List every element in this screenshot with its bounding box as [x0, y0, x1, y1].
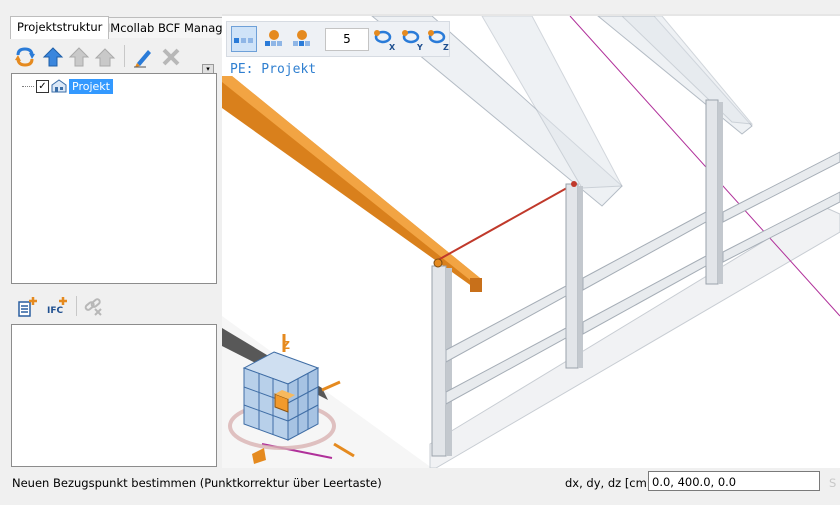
panel-tabs: Projektstruktur BIMcollab BCF Manager	[10, 16, 242, 39]
viewport-toolbar: 5 X Y Z	[226, 21, 450, 57]
truncated-status-text: S	[829, 476, 837, 490]
tree-node-checkbox[interactable]: ✓	[36, 79, 49, 93]
tab-projektstruktur[interactable]: Projektstruktur	[10, 16, 110, 39]
unlink-button[interactable]	[80, 294, 106, 320]
object-toolbar	[10, 287, 216, 321]
unlink-disabled-icon	[84, 298, 102, 316]
refresh-button[interactable]	[12, 44, 38, 70]
add-list-button[interactable]	[14, 294, 40, 320]
home-disabled-button[interactable]	[92, 44, 118, 70]
move-up-disabled-button[interactable]	[66, 44, 92, 70]
refresh-icon	[15, 47, 35, 67]
snap-midpoint-button[interactable]	[289, 26, 315, 52]
offset-input[interactable]: 0.0, 400.0, 0.0	[648, 471, 820, 491]
snap-point-button[interactable]	[261, 26, 287, 52]
3d-model-scene	[222, 16, 840, 468]
axis-label-z: Z	[443, 43, 449, 52]
tab-bimcollab[interactable]: BIMcollab BCF Manager	[92, 17, 242, 38]
axis-label-x: X	[389, 43, 396, 52]
tree-connector	[22, 85, 34, 87]
tree-node-label: Projekt	[69, 78, 113, 94]
move-up-button[interactable]	[40, 44, 66, 70]
home-disabled-icon	[94, 48, 116, 67]
tree-node-projekt[interactable]: ✓ Projekt	[22, 78, 113, 94]
railing-bars	[445, 151, 840, 405]
add-list-icon	[18, 297, 37, 317]
offset-input-label: dx, dy, dz [cm]	[565, 476, 652, 490]
up-arrow-disabled-icon	[68, 47, 90, 67]
left-panel: Projektstruktur BIMcollab BCF Manager ▾ …	[8, 14, 242, 468]
building-icon	[51, 79, 67, 93]
ifc-label: IFC	[47, 306, 64, 316]
view-mode-button[interactable]	[231, 26, 257, 52]
status-message: Neuen Bezugspunkt bestimmen (Punktkorrek…	[12, 476, 382, 490]
snap-point-icon	[265, 30, 282, 46]
guide-line-red	[437, 183, 575, 261]
delete-x-icon	[162, 48, 180, 66]
3d-viewport[interactable]: Z 5 X Y Z PE: Projekt	[222, 16, 840, 468]
object-list-panel[interactable]	[11, 324, 217, 467]
edit-button[interactable]	[130, 44, 156, 70]
axis-label-y: Y	[417, 43, 423, 52]
grid-view-icon	[234, 38, 253, 43]
project-tree[interactable]: ✓ Projekt	[11, 73, 217, 284]
plane-label: PE: Projekt	[230, 62, 317, 77]
edit-pencil-icon	[134, 50, 151, 68]
division-count-input[interactable]: 5	[325, 28, 369, 51]
snap-midpoint-icon	[293, 30, 310, 46]
app-window: Projektstruktur BIMcollab BCF Manager ▾ …	[0, 0, 840, 505]
toolbar-separator	[76, 296, 77, 316]
delete-button[interactable]	[158, 44, 184, 70]
status-bar: Neuen Bezugspunkt bestimmen (Punktkorrek…	[0, 468, 840, 496]
cube-axis-label: Z	[282, 339, 290, 352]
up-arrow-icon	[42, 47, 64, 67]
toolbar-separator	[124, 45, 125, 67]
